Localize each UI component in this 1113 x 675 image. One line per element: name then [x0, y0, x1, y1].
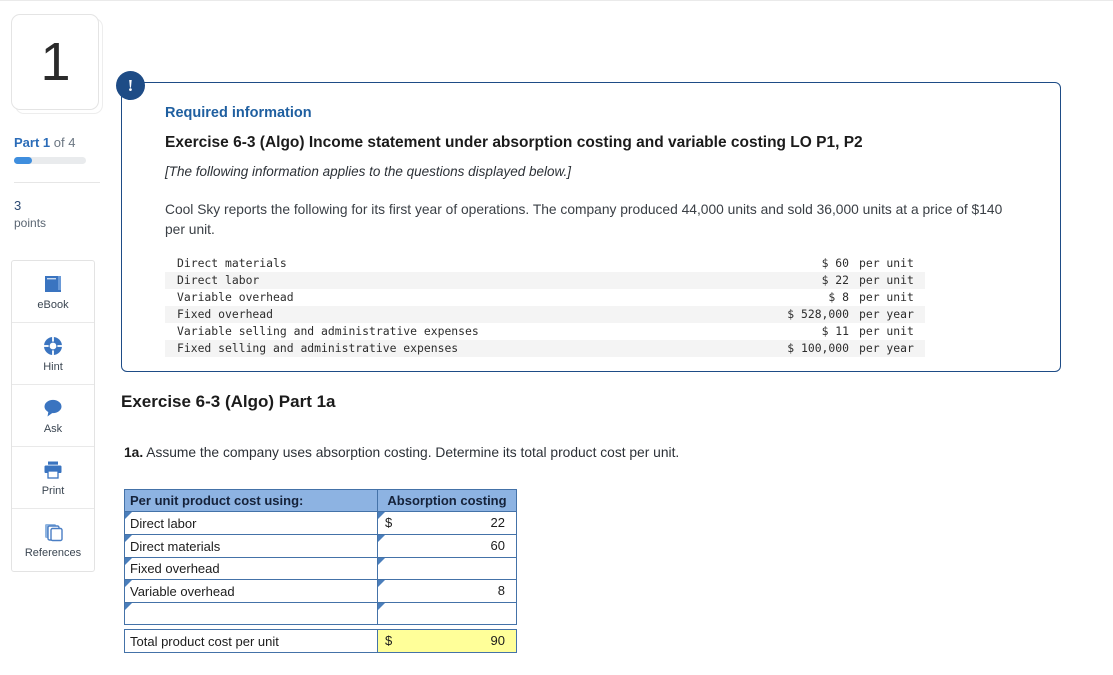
cost-table-row: Direct labor $ 22 per unit: [165, 272, 925, 289]
part-indicator-current: Part 1: [14, 135, 51, 150]
cost-row-amount: $ 528,000: [787, 307, 849, 321]
cost-row-amount: $ 100,000: [787, 341, 849, 355]
cost-row-amount: $ 11: [821, 324, 849, 338]
answer-header-right: Absorption costing: [377, 489, 517, 512]
question-card-front: 1: [11, 14, 99, 110]
cost-row-period: per unit: [859, 256, 914, 270]
part-progress-bar: [14, 157, 86, 164]
cost-table-row: Fixed overhead $ 528,000 per year: [165, 306, 925, 323]
cost-row-label: Variable overhead: [177, 290, 294, 304]
sidebar-divider: [14, 182, 100, 183]
cost-row-period: per year: [859, 341, 914, 355]
answer-row-value-cell[interactable]: $22: [377, 511, 517, 535]
cost-row-label: Direct materials: [177, 256, 287, 270]
tool-references-label: References: [24, 547, 82, 559]
answer-total-value: 90: [490, 633, 505, 648]
chat-bubble-icon: [42, 397, 64, 419]
answer-row-label-cell[interactable]: Variable overhead: [124, 579, 378, 603]
printer-icon: [42, 459, 64, 481]
answer-header-left: Per unit product cost using:: [124, 489, 378, 512]
cost-table-row: Direct materials $ 60 per unit: [165, 255, 925, 272]
required-information-label: Required information: [165, 105, 312, 121]
part-progress-fill: [14, 157, 32, 164]
cost-row-period: per unit: [859, 290, 914, 304]
part-indicator: Part 1 of 4: [14, 135, 75, 150]
tool-hint[interactable]: Hint: [12, 323, 94, 385]
table-row[interactable]: [124, 602, 517, 625]
points-label: points: [14, 216, 47, 230]
cost-row-label: Direct labor: [177, 273, 260, 287]
table-row[interactable]: Fixed overhead: [124, 557, 517, 580]
tool-hint-label: Hint: [43, 360, 63, 373]
answer-row-value-cell[interactable]: [377, 557, 517, 580]
answer-table-header-row: Per unit product cost using: Absorption …: [124, 489, 517, 512]
cost-data-table: Direct materials $ 60 per unit Direct labor…: [165, 255, 925, 357]
answer-row-label-cell[interactable]: Direct materials: [124, 534, 378, 558]
cost-row-label: Fixed selling and administrative expense…: [177, 341, 459, 355]
tool-ebook[interactable]: eBook: [12, 261, 94, 323]
cost-table-row: Fixed selling and administrative expense…: [165, 340, 925, 357]
cost-row-label: Fixed overhead: [177, 307, 274, 321]
table-row[interactable]: Direct labor $22: [124, 511, 517, 535]
answer-total-value-cell: $90: [377, 629, 517, 653]
tool-print[interactable]: Print: [12, 447, 94, 509]
answer-row-value-cell[interactable]: 60: [377, 534, 517, 558]
copy-pages-icon: [42, 521, 64, 543]
tool-references[interactable]: References: [12, 509, 94, 571]
answer-row-value-cell[interactable]: [377, 602, 517, 625]
answer-row-value: 60: [490, 538, 505, 553]
answer-table[interactable]: Per unit product cost using: Absorption …: [124, 489, 517, 653]
answer-row-label-cell[interactable]: Direct labor: [124, 511, 378, 535]
book-icon: [42, 273, 64, 295]
table-row[interactable]: Direct materials 60: [124, 534, 517, 558]
total-currency-symbol: $: [385, 633, 393, 648]
cost-row-period: per unit: [859, 324, 914, 338]
tool-print-label: Print: [41, 484, 65, 497]
exclamation-icon: !: [116, 71, 145, 100]
applies-note: [The following information applies to th…: [165, 164, 571, 179]
problem-intro-text: Cool Sky reports the following for its f…: [165, 202, 1003, 237]
part-indicator-total: of 4: [50, 135, 76, 150]
tool-ebook-label: eBook: [37, 298, 69, 311]
currency-symbol: $: [385, 515, 393, 530]
answer-row-label-cell[interactable]: Fixed overhead: [124, 557, 378, 580]
tool-ask[interactable]: Ask: [12, 385, 94, 447]
cost-table-row: Variable overhead $ 8 per unit: [165, 289, 925, 306]
tool-menu: eBook Hint Ask Print References: [11, 260, 95, 572]
question-prompt: 1a. Assume the company uses absorption c…: [124, 445, 679, 460]
cost-table-row: Variable selling and administrative expe…: [165, 323, 925, 340]
question-prompt-text: Assume the company uses absorption costi…: [143, 445, 680, 460]
top-divider: [0, 0, 1113, 1]
points-value: 3: [14, 198, 22, 213]
answer-total-label: Total product cost per unit: [124, 629, 378, 653]
tool-ask-label: Ask: [43, 422, 63, 435]
answer-total-row: Total product cost per unit $90: [124, 629, 517, 653]
cost-row-period: per year: [859, 307, 914, 321]
cost-row-label: Variable selling and administrative expe…: [177, 324, 479, 338]
question-number: 1: [40, 32, 70, 92]
cost-row-period: per unit: [859, 273, 914, 287]
answer-row-value-cell[interactable]: 8: [377, 579, 517, 603]
cost-row-amount: $ 60: [821, 256, 849, 270]
part-heading: Exercise 6-3 (Algo) Part 1a: [121, 392, 336, 411]
answer-row-label-cell[interactable]: [124, 602, 378, 625]
lifebuoy-icon: [42, 335, 64, 357]
exercise-title: Exercise 6-3 (Algo) Income statement und…: [165, 134, 863, 151]
cost-row-amount: $ 8: [828, 290, 849, 304]
question-prompt-number: 1a.: [124, 445, 144, 460]
cost-row-amount: $ 22: [821, 273, 849, 287]
question-sidebar: 1 Part 1 of 4 3 points eBook Hint Ask Pr…: [0, 0, 110, 675]
table-row[interactable]: Variable overhead 8: [124, 579, 517, 603]
answer-row-value: 8: [497, 583, 505, 598]
answer-row-value: 22: [490, 515, 505, 530]
